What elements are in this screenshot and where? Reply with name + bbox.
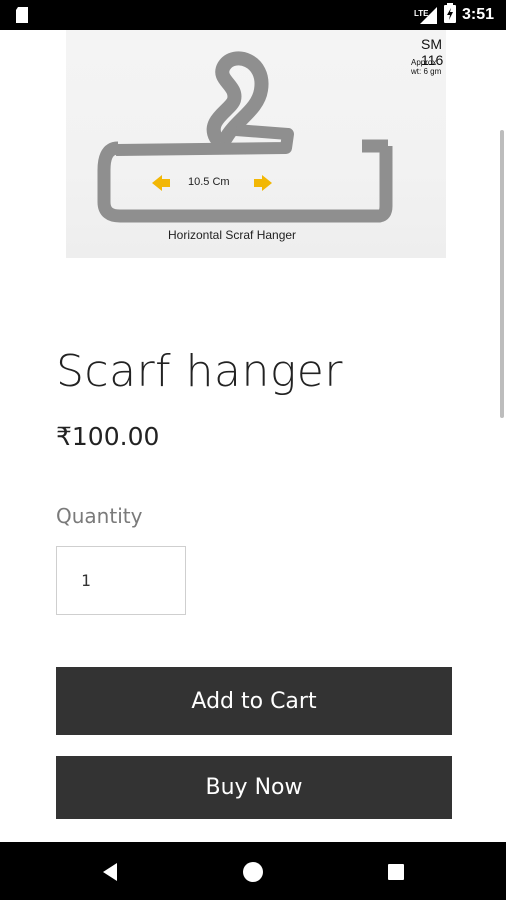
quantity-label: Quantity xyxy=(56,504,143,528)
back-icon[interactable] xyxy=(98,860,122,884)
home-icon[interactable] xyxy=(241,860,265,884)
network-type: LTE xyxy=(413,9,429,18)
image-measurement-label: 10.5 Cm xyxy=(188,176,230,188)
lte-signal-icon: LTE xyxy=(413,5,438,25)
recents-icon[interactable] xyxy=(384,860,408,884)
product-price: ₹100.00 xyxy=(56,422,160,451)
sd-card-icon xyxy=(14,6,30,28)
hanger-illustration xyxy=(97,51,393,223)
scrollbar[interactable] xyxy=(500,130,504,418)
quantity-input[interactable] xyxy=(56,546,186,615)
buy-now-button[interactable]: Buy Now xyxy=(56,756,452,819)
product-image: SM 116 Approx wt: 6 gm 10.5 Cm Horizonta… xyxy=(66,30,446,258)
image-weight-label: Approx wt: 6 gm xyxy=(411,58,442,76)
add-to-cart-button[interactable]: Add to Cart xyxy=(56,667,452,735)
battery-charging-icon xyxy=(443,3,456,27)
image-caption: Horizontal Scraf Hanger xyxy=(168,228,297,242)
status-time: 3:51 xyxy=(461,6,494,23)
product-title: Scarf hanger xyxy=(56,346,343,397)
navigation-bar xyxy=(0,842,506,900)
product-page: SM 116 Approx wt: 6 gm 10.5 Cm Horizonta… xyxy=(0,30,506,842)
status-bar: LTE 3:51 xyxy=(0,0,506,30)
status-icons: LTE 3:51 xyxy=(413,0,494,30)
